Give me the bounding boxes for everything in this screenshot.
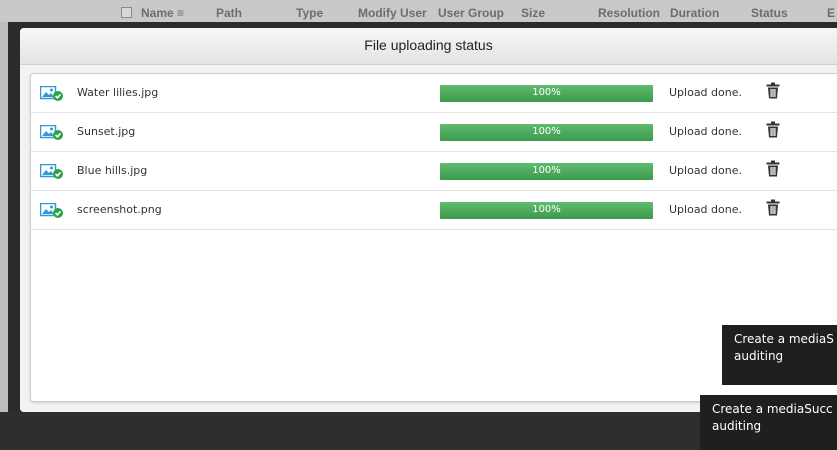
upload-status-text: Upload done. (669, 125, 742, 138)
image-check-icon (40, 203, 63, 218)
upload-file-list: Water lilies.jpg 100% Upload done. Sunse… (30, 73, 837, 402)
background-left-panel (0, 22, 8, 450)
upload-status-text: Upload done. (669, 164, 742, 177)
file-name: Water lilies.jpg (77, 86, 159, 99)
column-extra-header[interactable]: E (827, 6, 835, 20)
create-media-tooltip: Create a mediaS auditing (722, 325, 837, 385)
dialog-title: File uploading status (364, 37, 493, 53)
trash-icon[interactable] (765, 121, 781, 139)
column-name-header[interactable]: Name ≡ (141, 6, 184, 20)
upload-progress-bar: 100% (440, 202, 653, 219)
column-status-header[interactable]: Status (751, 6, 788, 20)
column-name-label: Name (141, 6, 174, 20)
trash-icon[interactable] (765, 82, 781, 100)
upload-progress-bar: 100% (440, 85, 653, 102)
column-path-header[interactable]: Path (216, 6, 242, 20)
background-table-header: Name ≡ Path Type Modify User User Group … (0, 0, 837, 22)
dialog-body: Water lilies.jpg 100% Upload done. Sunse… (20, 65, 837, 412)
image-check-icon (40, 164, 63, 179)
select-all-checkbox[interactable] (121, 7, 132, 18)
file-name: Blue hills.jpg (77, 164, 148, 177)
trash-icon[interactable] (765, 160, 781, 178)
dialog-title-bar[interactable]: File uploading status (20, 28, 837, 65)
column-size-header[interactable]: Size (521, 6, 545, 20)
column-duration-header[interactable]: Duration (670, 6, 719, 20)
upload-progress-bar: 100% (440, 124, 653, 141)
column-user-group-header[interactable]: User Group (438, 6, 504, 20)
column-resolution-header[interactable]: Resolution (598, 6, 660, 20)
upload-status-text: Upload done. (669, 86, 742, 99)
sort-icon: ≡ (177, 6, 185, 20)
file-name: screenshot.png (77, 203, 162, 216)
upload-row: screenshot.png 100% Upload done. (31, 191, 837, 230)
column-type-header[interactable]: Type (296, 6, 323, 20)
upload-progress-label: 100% (532, 87, 561, 98)
create-media-tooltip-secondary: Create a mediaSucc auditing (700, 395, 837, 450)
upload-row: Water lilies.jpg 100% Upload done. (31, 74, 837, 113)
trash-icon[interactable] (765, 199, 781, 217)
file-name: Sunset.jpg (77, 125, 136, 138)
image-check-icon (40, 125, 63, 140)
upload-progress-label: 100% (532, 204, 561, 215)
upload-progress-label: 100% (532, 165, 561, 176)
upload-progress-label: 100% (532, 126, 561, 137)
upload-status-text: Upload done. (669, 203, 742, 216)
upload-progress-bar: 100% (440, 163, 653, 180)
upload-row: Blue hills.jpg 100% Upload done. (31, 152, 837, 191)
screen: Name ≡ Path Type Modify User User Group … (0, 0, 837, 450)
file-upload-status-dialog: File uploading status Water lilies.jpg 1… (20, 28, 837, 412)
column-modify-user-header[interactable]: Modify User (358, 6, 427, 20)
upload-row: Sunset.jpg 100% Upload done. (31, 113, 837, 152)
image-check-icon (40, 86, 63, 101)
